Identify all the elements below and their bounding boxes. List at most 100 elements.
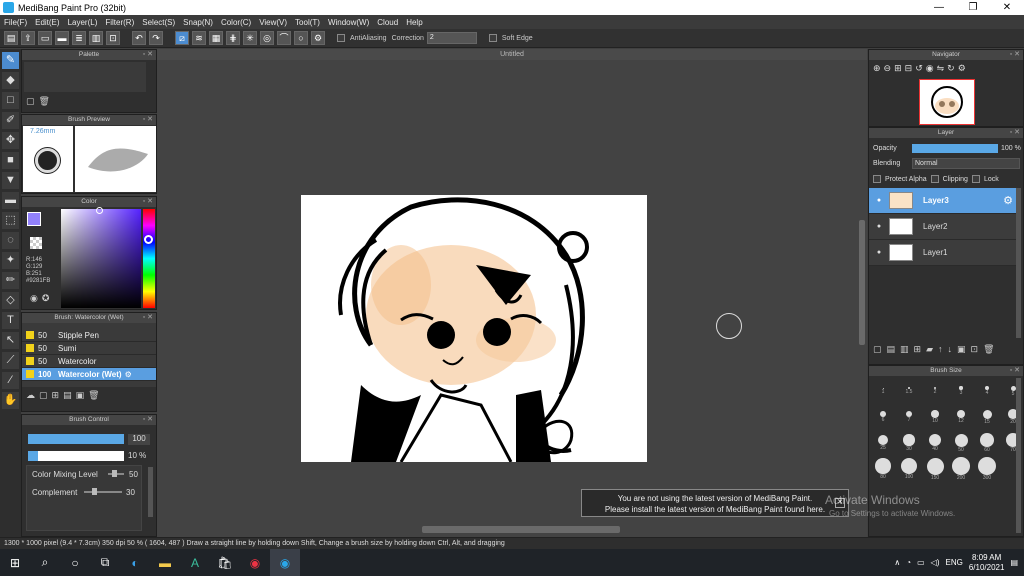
protect-alpha-checkbox[interactable] [873,175,881,183]
list-icon[interactable]: ≣ [72,31,86,45]
update-notice[interactable]: You are not using the latest version of … [581,489,849,517]
zoom-actual-icon[interactable]: ⊟ [905,63,913,74]
start-icon[interactable]: ⊞ [0,549,30,576]
soft-edge-checkbox[interactable] [488,34,497,42]
operation-tool-icon[interactable]: ↖ [2,332,19,349]
note-icon[interactable]: ▬ [55,31,69,45]
zoom-in-icon[interactable]: ⊕ [873,63,881,74]
comment-icon[interactable]: ▭ [38,31,52,45]
layer-scrollbar[interactable] [1016,188,1021,338]
layer-up-icon[interactable]: ↑ [938,344,943,355]
main-color-swatch[interactable] [27,212,41,226]
select-pen-tool-icon[interactable]: ✏ [2,272,19,289]
visibility-icon[interactable]: ● [869,197,889,204]
brush-size-option[interactable]: 12 [948,404,974,430]
brush-size-option[interactable]: 30 [896,430,922,456]
brush-add-icon[interactable]: ⊞ [52,390,60,401]
correction-select[interactable]: 2 [426,32,477,44]
brush-size-option[interactable]: 50 [948,430,974,456]
rect-tool-icon[interactable]: □ [2,92,19,109]
brush-size-option[interactable]: 200 [948,456,974,482]
zoom-out-icon[interactable]: ⊖ [884,63,892,74]
drawing-canvas[interactable] [301,195,647,462]
new-file-icon[interactable]: ▤ [4,31,18,45]
brush-size-scrollbar[interactable] [1016,378,1021,533]
canvas-area[interactable]: Untitled You are not using the latest ve… [157,49,867,537]
pen-tool-icon[interactable]: ✐ [2,112,19,129]
app-green-icon[interactable]: A [180,549,210,576]
snap-radial-icon[interactable]: ✳ [243,31,257,45]
zoom-fit-icon[interactable]: ⊞ [894,63,902,74]
brush-item[interactable]: 50 Watercolor [22,355,156,368]
antialiasing-checkbox[interactable] [337,34,345,42]
snap-grid-icon[interactable]: ▦ [209,31,223,45]
battery-icon[interactable]: ▭ [917,558,925,567]
navigator-settings-icon[interactable]: ⚙ [958,63,966,74]
brush-size-option[interactable]: 10 [922,404,948,430]
brush-size-option[interactable]: 60 [974,430,1000,456]
brush-item[interactable]: 50 Stipple Pen [22,329,156,342]
brush-size-value[interactable]: 100 [128,434,150,445]
duplicate-layer-icon[interactable]: ▣ [957,344,966,355]
doc-icon[interactable]: ▥ [89,31,103,45]
hand-tool-icon[interactable]: ✋ [2,392,19,409]
snap-circle-icon[interactable]: ◎ [260,31,274,45]
delete-layer-icon[interactable]: 🗑 [983,344,994,355]
brush-copy-icon[interactable]: ▣ [76,390,85,401]
new-layer-halftone-icon[interactable]: ▤ [887,344,896,355]
select-tool-icon[interactable]: ⬚ [2,212,19,229]
close-button[interactable]: ✕ [990,2,1024,13]
brush-size-option[interactable]: 40 [922,430,948,456]
crop-icon[interactable]: ⊡ [106,31,120,45]
palette-delete-icon[interactable]: 🗑 [39,96,50,107]
bucket-tool-icon[interactable]: ▼ [2,172,19,189]
network-icon[interactable]: ◔ [906,558,911,567]
brush-size-option[interactable]: 4 [974,378,1000,404]
hue-slider[interactable] [143,209,155,308]
fill-rect-tool-icon[interactable]: ■ [2,152,19,169]
merge-layer-icon[interactable]: ⊡ [971,344,979,355]
menu-layer[interactable]: Layer(L) [64,18,102,27]
hue-slider-handle[interactable] [144,235,153,244]
brush-size-option[interactable]: 150 [922,456,948,482]
minimize-button[interactable]: — [922,2,956,13]
sub-color-swatch[interactable] [30,237,42,249]
saturation-value-picker[interactable] [61,209,141,308]
menu-edit[interactable]: Edit(E) [31,18,63,27]
magic-wand-tool-icon[interactable]: ✦ [2,252,19,269]
edge-icon[interactable]: ◐ [120,549,150,576]
redo-icon[interactable]: ↷ [149,31,163,45]
lasso-tool-icon[interactable]: ◌ [2,232,19,249]
color-mixing-slider[interactable] [112,470,117,477]
brush-cloud-icon[interactable]: ☁ [26,390,35,401]
layer-row[interactable]: ● Layer1 [869,240,1017,266]
menu-snap[interactable]: Snap(N) [179,18,217,27]
canvas-horizontal-scrollbar[interactable] [422,526,620,533]
brush-size-slider[interactable] [28,434,124,444]
rotate-right-icon[interactable]: ↻ [947,63,955,74]
color-picker-icon[interactable]: ✪ [42,293,50,304]
brush-size-option[interactable]: 6 [870,404,896,430]
text-tool-icon[interactable]: T [2,312,19,329]
brush-duplicate-icon[interactable]: ▤ [63,390,72,401]
menu-window[interactable]: Window(W) [324,18,373,27]
volume-icon[interactable]: ◁) [931,558,940,567]
menu-filter[interactable]: Filter(R) [101,18,138,27]
canvas-tab[interactable]: Untitled [157,49,867,60]
medibang-taskbar-icon[interactable]: ◉ [270,549,300,576]
brush-item-selected[interactable]: 100 Watercolor (Wet) ⚙ [22,368,156,381]
palette-add-icon[interactable]: ▢ [26,96,35,107]
cloud-icon[interactable]: ⇪ [21,31,35,45]
brush-size-option[interactable]: 1 [870,378,896,404]
eraser-tool-icon[interactable]: ◆ [2,72,19,89]
menu-color[interactable]: Color(C) [217,18,255,27]
layer-down-icon[interactable]: ↓ [948,344,953,355]
snap-cross-icon[interactable]: ⋕ [226,31,240,45]
navigator-thumbnail[interactable] [919,79,975,125]
brush-settings-icon[interactable]: ⚙ [125,370,132,379]
color-wheel-icon[interactable]: ◉ [30,293,38,304]
new-layer-icon[interactable]: ▢ [873,344,882,355]
brush-new-icon[interactable]: ▢ [39,390,48,401]
brush-size-option[interactable]: 15 [974,404,1000,430]
eyedropper-tool-icon[interactable]: ⁄ [2,372,19,389]
